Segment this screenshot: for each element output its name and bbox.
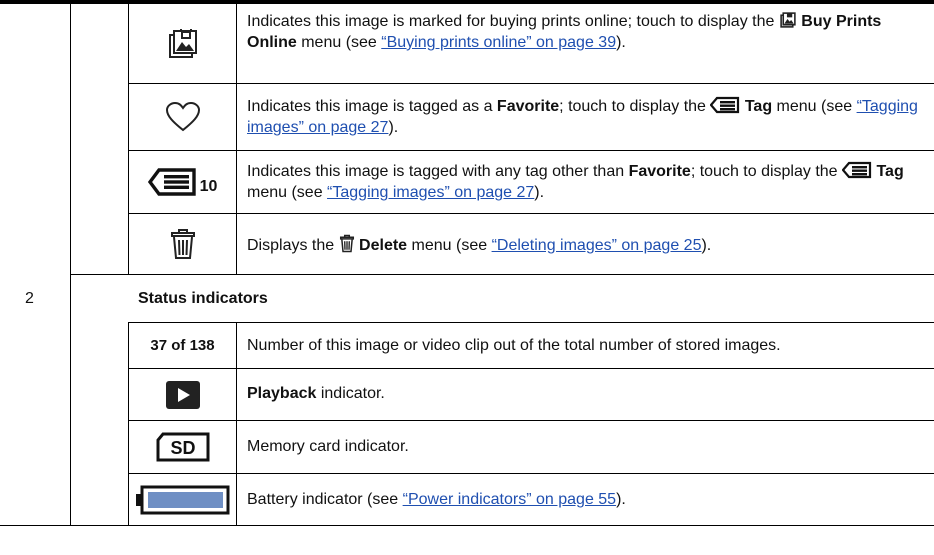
column-divider: [236, 0, 237, 275]
tag-inline-icon: [842, 161, 872, 179]
delete-icon-cell: [129, 214, 236, 274]
icon-table: Indicates this image is marked for buyin…: [0, 0, 934, 555]
delete-description: Displays the Delete menu (see “Deleting …: [247, 234, 926, 256]
tag-count: 10: [199, 178, 218, 195]
battery-icon: [135, 485, 229, 514]
buy-prints-inline-icon: [780, 12, 796, 28]
svg-text:SD: SD: [170, 438, 195, 458]
tag-other-description: Indicates this image is tagged with any …: [247, 161, 904, 201]
row-divider: [128, 368, 934, 369]
power-indicators-link[interactable]: “Power indicators” on page 55: [403, 491, 616, 508]
buy-prints-icon: [168, 28, 197, 58]
favorite-description: Indicates this image is tagged as a Favo…: [247, 96, 918, 136]
buy-prints-icon-cell: [129, 4, 236, 83]
tagging-images-link[interactable]: “Tagging images” on page 27: [327, 184, 534, 201]
battery-description: Battery indicator (see “Power indicators…: [247, 491, 626, 508]
memory-card-description: Memory card indicator.: [247, 438, 409, 455]
playback-description: Playback indicator.: [247, 385, 385, 402]
row-divider: [128, 322, 934, 323]
battery-cell: [129, 474, 236, 525]
tag-icon-cell: 10: [129, 151, 236, 213]
column-divider: [236, 322, 237, 526]
tag-inline-icon: [710, 96, 740, 114]
row-divider: [128, 473, 934, 474]
playback-icon: [165, 380, 200, 409]
favorite-icon-cell: [129, 84, 236, 150]
row-divider: [128, 420, 934, 421]
trash-inline-icon: [339, 234, 354, 253]
trash-icon: [170, 229, 195, 259]
heart-icon: [165, 102, 200, 132]
row-divider: [70, 274, 934, 275]
count-description: Number of this image or video clip out o…: [247, 337, 781, 354]
image-count-label: 37 of 138: [150, 337, 215, 354]
buying-prints-link[interactable]: “Buying prints online” on page 39: [381, 34, 616, 51]
table-bottom-border: [0, 525, 934, 526]
row-divider: [128, 150, 934, 151]
row-divider: [128, 83, 934, 84]
column-divider: [70, 0, 71, 526]
row-divider: [128, 213, 934, 214]
deleting-images-link[interactable]: “Deleting images” on page 25: [492, 237, 702, 254]
section-title: Status indicators: [138, 290, 268, 307]
sd-card-icon: SD: [156, 432, 209, 462]
section-number: 2: [25, 290, 34, 307]
tag-icon: [147, 168, 196, 196]
memory-card-cell: SD: [129, 421, 236, 473]
count-cell: 37 of 138: [129, 323, 236, 368]
playback-cell: [129, 369, 236, 420]
buy-prints-description: Indicates this image is marked for buyin…: [247, 12, 882, 51]
